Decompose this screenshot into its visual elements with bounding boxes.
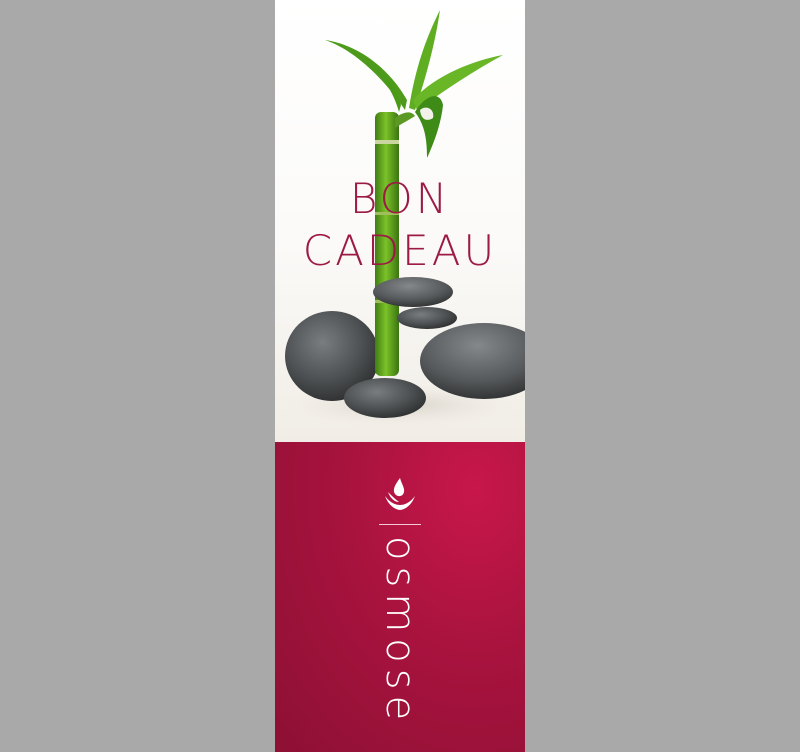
gift-card: BON CADEAU osmose — [275, 0, 525, 752]
logo-divider — [379, 524, 421, 525]
title-line-1: BON — [349, 174, 451, 223]
title-line-2: CADEAU — [302, 226, 498, 275]
brand-name: osmose — [377, 536, 423, 727]
lotus-drop-logo-icon — [385, 478, 415, 510]
